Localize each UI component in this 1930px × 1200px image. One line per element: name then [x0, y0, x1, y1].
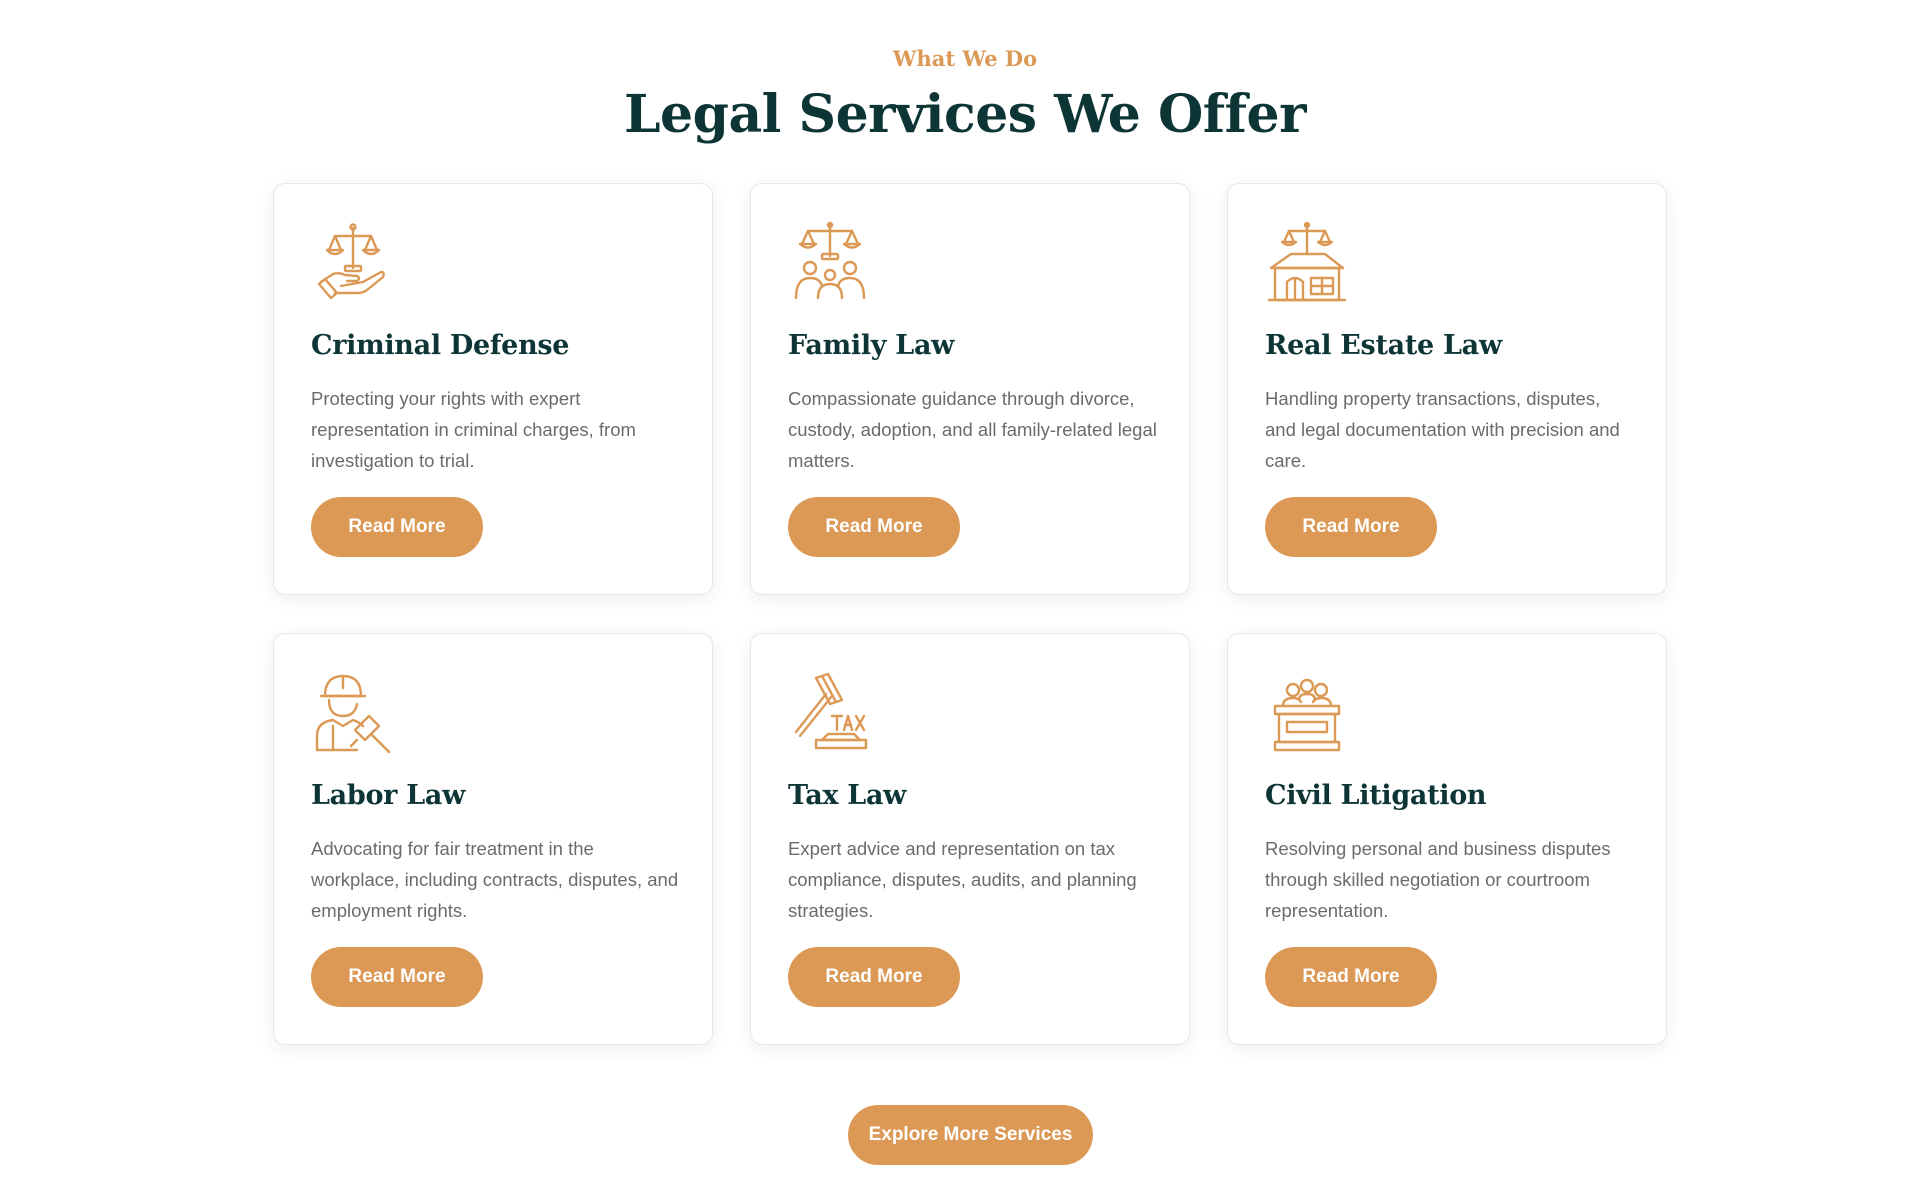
read-more-button[interactable]: Read More	[788, 947, 960, 1007]
tax-gavel-icon	[788, 670, 872, 754]
service-card-criminal-defense: Criminal Defense Protecting your rights …	[273, 183, 713, 595]
scales-family-icon	[788, 220, 872, 304]
card-description: Advocating for fair treatment in the wor…	[311, 838, 679, 921]
card-title: Criminal Defense	[311, 330, 570, 361]
service-card-real-estate-law: Real Estate Law Handling property transa…	[1227, 183, 1667, 595]
scales-hand-icon	[311, 220, 395, 304]
section-title: Legal Services We Offer	[623, 84, 1307, 145]
services-section: What We Do Legal Services We Offer Crimi…	[0, 0, 1930, 1200]
read-more-button[interactable]: Read More	[311, 947, 483, 1007]
card-title: Labor Law	[311, 780, 466, 811]
read-more-button[interactable]: Read More	[1265, 947, 1437, 1007]
explore-more-services-button[interactable]: Explore More Services	[848, 1105, 1093, 1165]
worker-gavel-icon	[311, 670, 395, 754]
service-card-labor-law: Labor Law Advocating for fair treatment …	[273, 633, 713, 1045]
card-title: Family Law	[788, 330, 955, 361]
card-description: Resolving personal and business disputes…	[1265, 838, 1611, 921]
card-title: Tax Law	[788, 780, 907, 811]
service-card-tax-law: Tax Law Expert advice and representation…	[750, 633, 1190, 1045]
section-eyebrow: What We Do	[892, 46, 1038, 71]
read-more-button[interactable]: Read More	[311, 497, 483, 557]
read-more-button[interactable]: Read More	[788, 497, 960, 557]
card-title: Real Estate Law	[1265, 330, 1502, 361]
card-description: Expert advice and representation on tax …	[788, 838, 1137, 921]
service-card-family-law: Family Law Compassionate guidance throug…	[750, 183, 1190, 595]
courtroom-icon	[1265, 670, 1349, 754]
card-description: Handling property transactions, disputes…	[1265, 388, 1620, 471]
card-description: Protecting your rights with expert repre…	[311, 388, 636, 471]
scales-house-icon	[1265, 220, 1349, 304]
card-title: Civil Litigation	[1265, 780, 1487, 811]
card-description: Compassionate guidance through divorce, …	[788, 388, 1157, 471]
read-more-button[interactable]: Read More	[1265, 497, 1437, 557]
services-grid: Criminal Defense Protecting your rights …	[273, 183, 1667, 1045]
service-card-civil-litigation: Civil Litigation Resolving personal and …	[1227, 633, 1667, 1045]
